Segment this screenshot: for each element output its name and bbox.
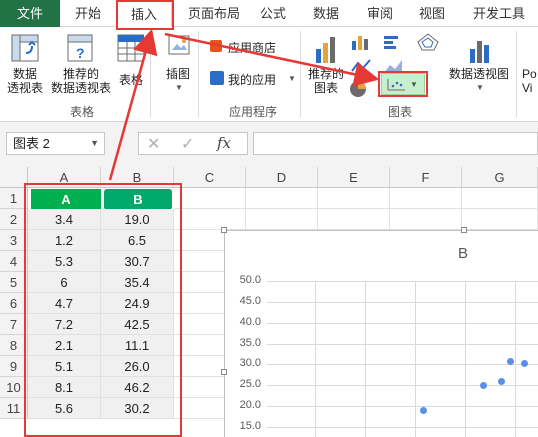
arrow-to-insert-tab: [108, 28, 158, 181]
excel-window: 文件 开始 插入 页面布局 公式 数据 审阅 视图 开发工具 数据 透视表 ? …: [0, 0, 538, 437]
highlight-insert-tab: [116, 0, 174, 30]
annotation-arrows: [108, 28, 380, 181]
arrow-to-scatter-button: [164, 32, 380, 87]
